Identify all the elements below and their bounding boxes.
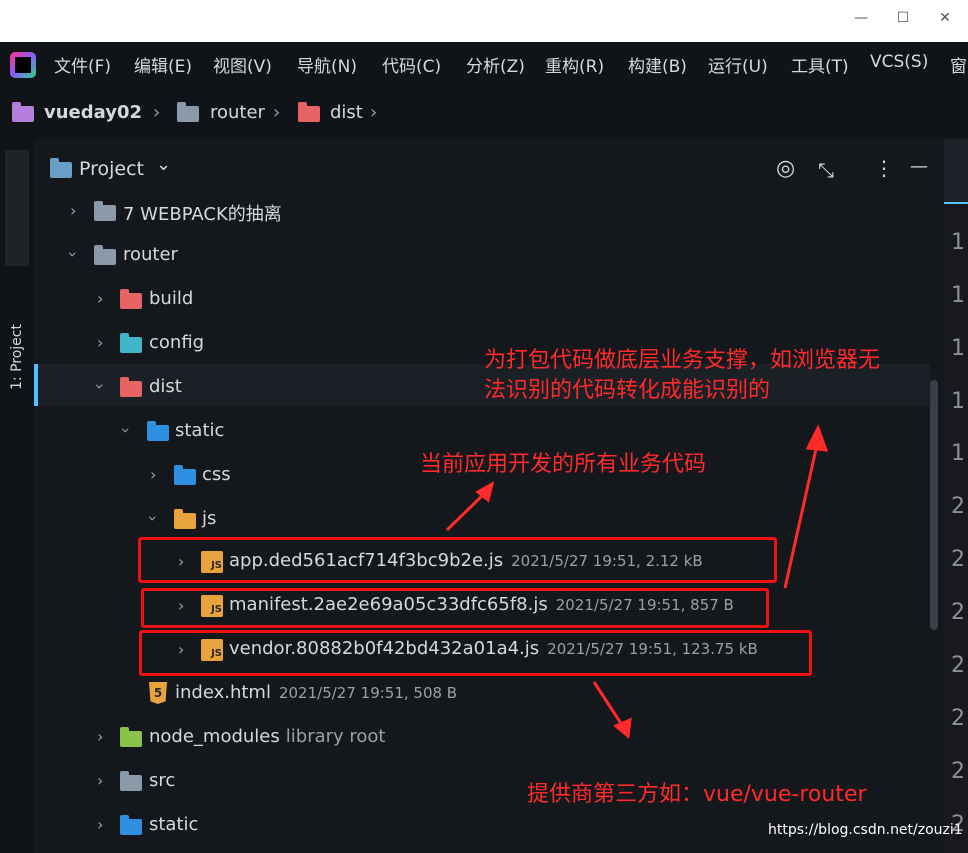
arrow-to-middle-annotation — [445, 490, 488, 532]
annotation-arrows — [445, 424, 829, 739]
watermark: https://blog.csdn.net/zouzi1 — [768, 822, 963, 838]
annotation-top-line1: 为打包代码做底层业务支撑，如浏览器无 — [484, 348, 881, 373]
arrow-to-bottom-annotation — [592, 681, 626, 729]
annotation-middle: 当前应用开发的所有业务代码 — [420, 452, 707, 477]
annotation-top-line2: 法识别的代码转化成能识别的 — [484, 378, 771, 403]
arrow-head — [613, 717, 632, 739]
arrow-to-top-annotation — [783, 439, 820, 589]
annotation-bottom: 提供商第三方如：vue/vue-router — [527, 782, 867, 807]
arrow-head — [805, 424, 829, 452]
